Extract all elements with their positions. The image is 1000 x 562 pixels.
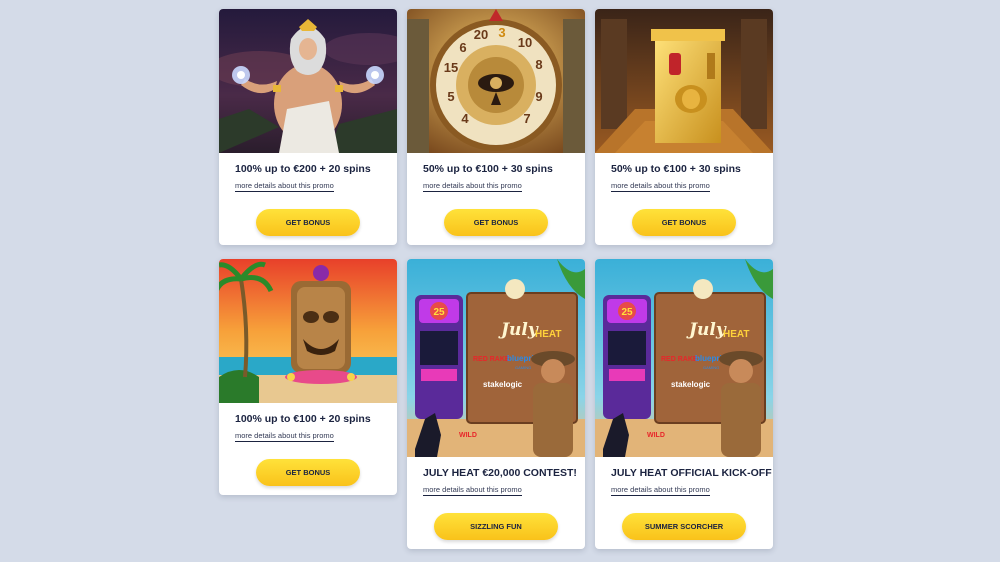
brand-blueprint-sub: GAMING (515, 365, 531, 370)
get-bonus-button[interactable]: GET BONUS (256, 209, 360, 236)
promo-details-link[interactable]: more details about this promo (423, 485, 522, 496)
wheel-number: 6 (459, 40, 466, 55)
wild-tag: WILD (459, 432, 477, 439)
wheel-number: 7 (523, 111, 530, 126)
promo-title: 100% up to €200 + 20 spins (235, 163, 371, 175)
july-heat-logo-line1: July (498, 320, 539, 340)
promo-details-link[interactable]: more details about this promo (611, 485, 710, 496)
promo-details-link[interactable]: more details about this promo (235, 181, 334, 192)
brand-red-rake: RED RAKE (473, 356, 510, 363)
promo-title: 50% up to €100 + 30 spins (611, 163, 741, 175)
wheel-number: 15 (444, 60, 458, 75)
promo-details-link[interactable]: more details about this promo (235, 431, 334, 442)
july-heat-logo-line2: HEAT (723, 329, 749, 340)
wheel-number: 20 (474, 27, 488, 42)
promo-card-3: 50% up to €100 + 30 spins more details a… (595, 9, 773, 245)
promo-details-link[interactable]: more details about this promo (611, 181, 710, 192)
wheel-number: 9 (535, 89, 542, 104)
brand-stakelogic: stakelogic (483, 380, 523, 389)
july-heat-slot-art: 25 July HEAT RED RAKE blueprint GAMING s… (407, 259, 585, 457)
promo-card-4: 100% up to €100 + 20 spins more details … (219, 259, 397, 495)
wheel-number: 3 (498, 25, 505, 40)
brand-red-rake: RED RAKE (661, 356, 698, 363)
egyptian-scarab-shrine-art (595, 9, 773, 153)
machine-number: 25 (621, 307, 633, 318)
promo-title: JULY HEAT OFFICIAL KICK-OFF (611, 467, 772, 479)
promo-card-2: 15 6 20 3 10 8 9 7 4 5 50% up to €100 + … (407, 9, 585, 245)
wheel-number: 5 (447, 89, 454, 104)
promo-card-5: 25 July HEAT RED RAKE blueprint GAMING s… (407, 259, 585, 549)
get-bonus-button[interactable]: GET BONUS (444, 209, 548, 236)
promo-title: JULY HEAT €20,000 CONTEST! (423, 467, 577, 479)
promo-grid: 100% up to €200 + 20 spins more details … (219, 9, 773, 554)
promo-title: 100% up to €100 + 20 spins (235, 413, 371, 425)
eye-of-horus-wheel-art: 15 6 20 3 10 8 9 7 4 5 (407, 9, 585, 153)
promo-title: 50% up to €100 + 30 spins (423, 163, 553, 175)
tiki-beach-art (219, 259, 397, 403)
get-bonus-button[interactable]: GET BONUS (256, 459, 360, 486)
summer-scorcher-button[interactable]: SUMMER SCORCHER (622, 513, 746, 540)
zeus-slot-art (219, 9, 397, 153)
brand-blueprint-sub: GAMING (703, 365, 719, 370)
machine-number: 25 (433, 307, 445, 318)
wheel-number: 10 (518, 35, 532, 50)
wild-tag: WILD (647, 432, 665, 439)
promo-details-link[interactable]: more details about this promo (423, 181, 522, 192)
wheel-number: 4 (461, 111, 469, 126)
july-heat-logo-line2: HEAT (535, 329, 561, 340)
get-bonus-button[interactable]: GET BONUS (632, 209, 736, 236)
wheel-number: 8 (535, 57, 542, 72)
promo-card-1: 100% up to €200 + 20 spins more details … (219, 9, 397, 245)
brand-stakelogic: stakelogic (671, 380, 711, 389)
promo-card-6: 25 July HEAT RED RAKE blueprint GAMING s… (595, 259, 773, 549)
july-heat-slot-art: 25 July HEAT RED RAKE blueprint GAMING s… (595, 259, 773, 457)
july-heat-logo-line1: July (686, 320, 727, 340)
sizzling-fun-button[interactable]: SIZZLING FUN (434, 513, 558, 540)
